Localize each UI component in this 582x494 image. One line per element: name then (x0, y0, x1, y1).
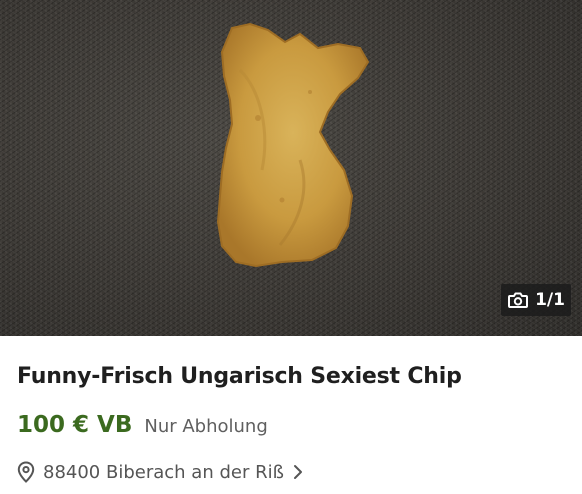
price-row: 100 € VB Nur Abholung (17, 412, 268, 438)
listing-price: 100 € VB (17, 412, 133, 438)
camera-icon (507, 291, 529, 309)
potato-chip-image (216, 22, 370, 268)
delivery-option: Nur Abholung (144, 416, 268, 437)
image-counter-badge[interactable]: 1/1 (501, 284, 571, 316)
location-link[interactable]: 88400 Biberach an der Riß (17, 461, 304, 483)
location-text: 88400 Biberach an der Riß (43, 461, 284, 483)
listing-title: Funny-Frisch Ungarisch Sexiest Chip (17, 364, 462, 389)
listing-photo[interactable]: 1/1 (0, 0, 582, 336)
map-pin-icon (17, 461, 35, 483)
chevron-right-icon (292, 464, 304, 480)
image-counter-text: 1/1 (535, 290, 565, 310)
